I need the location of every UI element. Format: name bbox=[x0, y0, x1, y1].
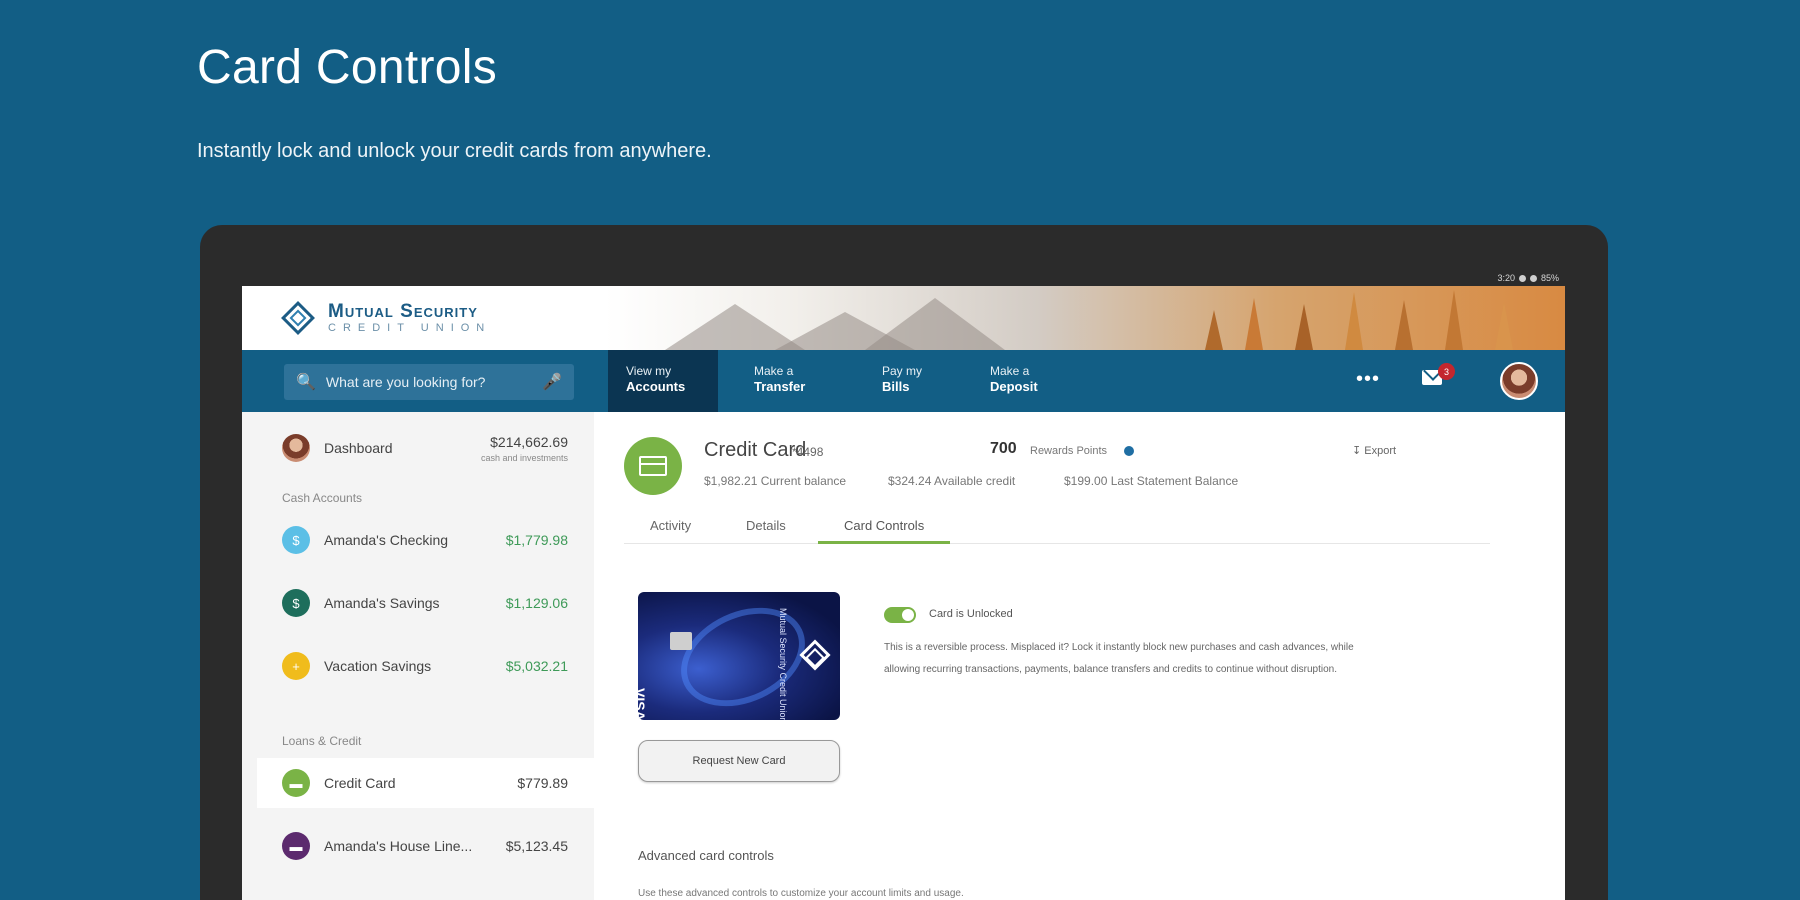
main-nav: 🔍 🎤 View my Accounts Make a Transfer Pay… bbox=[242, 350, 1565, 412]
status-time: 3:20 bbox=[1497, 273, 1515, 283]
credit-card-icon bbox=[624, 437, 682, 495]
account-detail: Credit Card *4498 700 Rewards Points ↧ E… bbox=[594, 412, 1565, 900]
account-value: $5,123.45 bbox=[505, 838, 568, 854]
export-button[interactable]: ↧ Export bbox=[1352, 444, 1396, 457]
tree-shape bbox=[1295, 304, 1313, 350]
account-label: Credit Card bbox=[324, 775, 396, 791]
account-label: Amanda's Checking bbox=[324, 532, 449, 548]
signal-icon bbox=[1529, 274, 1537, 282]
dashboard-label: Dashboard bbox=[324, 440, 393, 456]
promo-title: Card Controls bbox=[197, 41, 498, 94]
nav-accounts-line1: View my bbox=[626, 364, 672, 378]
section-cash-accounts: Cash Accounts bbox=[282, 491, 363, 505]
advanced-controls-desc: Use these advanced controls to customize… bbox=[638, 888, 964, 899]
nav-deposit-line2: Deposit bbox=[990, 379, 1038, 394]
credit-card-icon: ▬ bbox=[282, 769, 310, 797]
credit-card-image: VISA Mutual Security Credit Union bbox=[638, 592, 840, 720]
tree-shape bbox=[1345, 292, 1363, 350]
account-label: Amanda's Savings bbox=[324, 595, 440, 611]
tree-shape bbox=[1445, 290, 1463, 350]
scenery-banner bbox=[605, 286, 1565, 350]
card-chip-icon bbox=[670, 632, 692, 650]
current-balance: $1,982.21 Current balance bbox=[704, 474, 847, 488]
nav-bills-line2: Bills bbox=[882, 379, 910, 394]
dashboard-avatar bbox=[282, 434, 310, 462]
dashboard-sub: cash and investments bbox=[480, 452, 568, 463]
search-box[interactable]: 🔍 🎤 bbox=[284, 364, 574, 400]
export-label: Export bbox=[1364, 445, 1397, 457]
available-credit: $324.24 Available credit bbox=[888, 474, 1016, 488]
nav-accounts-line2: Accounts bbox=[626, 379, 686, 394]
microphone-icon[interactable]: 🎤 bbox=[542, 372, 562, 392]
battery-level: 85% bbox=[1540, 273, 1559, 283]
dollar-icon: $ bbox=[282, 526, 310, 554]
nav-accounts[interactable]: View my Accounts bbox=[608, 350, 718, 412]
tab-activity[interactable]: Activity bbox=[624, 512, 717, 544]
loan-icon: ▬ bbox=[282, 832, 310, 860]
sidebar-item-vacation[interactable]: + Vacation Savings $5,032.21 bbox=[242, 641, 594, 691]
account-value: $1,779.98 bbox=[505, 532, 568, 548]
card-lock-description: This is a reversible process. Misplaced … bbox=[884, 642, 1354, 675]
nav-deposit-line1: Make a bbox=[990, 364, 1030, 378]
status-bar: 3:20 85% bbox=[242, 270, 1565, 286]
nav-transfer-line1: Make a bbox=[754, 364, 794, 378]
tab-card-controls[interactable]: Card Controls bbox=[818, 512, 951, 544]
nav-bills-line1: Pay my bbox=[882, 364, 923, 378]
account-value: $1,129.06 bbox=[505, 595, 568, 611]
last-statement-balance: $199.00 Last Statement Balance bbox=[1064, 474, 1239, 488]
user-avatar[interactable] bbox=[1500, 362, 1538, 400]
more-menu-icon[interactable]: ••• bbox=[1356, 368, 1380, 391]
dollar-icon: $ bbox=[282, 589, 310, 617]
brand-header: Mutual Security CREDIT UNION bbox=[242, 286, 1565, 350]
mail-badge: 3 bbox=[1438, 363, 1455, 380]
accounts-sidebar: Dashboard $214,662.69 cash and investmen… bbox=[242, 412, 594, 900]
card-lock-toggle[interactable] bbox=[884, 607, 916, 623]
account-tabs: Activity Details Card Controls bbox=[624, 512, 1490, 544]
nav-transfer-line2: Transfer bbox=[754, 379, 806, 394]
account-value: $5,032.21 bbox=[505, 658, 568, 674]
tree-shape bbox=[1245, 298, 1263, 350]
brand-logo[interactable]: Mutual Security CREDIT UNION bbox=[278, 298, 491, 338]
account-label: Vacation Savings bbox=[324, 658, 432, 674]
brand-name: Mutual Security bbox=[328, 301, 478, 322]
tree-shape bbox=[1205, 310, 1223, 350]
account-number: *4498 bbox=[792, 445, 824, 459]
tree-shape bbox=[1395, 300, 1413, 350]
brand-subname: CREDIT UNION bbox=[328, 322, 492, 334]
account-title: Credit Card bbox=[704, 439, 807, 461]
search-icon: 🔍 bbox=[296, 374, 316, 391]
rewards-points-label: Rewards Points bbox=[1030, 445, 1108, 457]
nav-deposit[interactable]: Make a Deposit bbox=[972, 350, 1056, 412]
plane-icon: + bbox=[282, 652, 310, 680]
nav-bills[interactable]: Pay my Bills bbox=[864, 350, 940, 412]
section-loans-credit: Loans & Credit bbox=[282, 734, 362, 748]
promo-subtitle: Instantly lock and unlock your credit ca… bbox=[197, 140, 712, 162]
sidebar-item-house-line[interactable]: ▬ Amanda's House Line... $5,123.45 bbox=[242, 821, 594, 871]
sidebar-item-credit-card[interactable]: ▬ Credit Card $779.89 bbox=[257, 758, 594, 808]
tree-shape bbox=[1495, 302, 1513, 350]
wifi-icon bbox=[1518, 274, 1526, 282]
card-brand: Mutual Security Credit Union bbox=[778, 608, 788, 720]
card-lock-status: Card is Unlocked bbox=[929, 608, 1013, 620]
request-new-card-button[interactable]: Request New Card bbox=[638, 740, 840, 782]
dashboard-value: $214,662.69 bbox=[490, 433, 568, 450]
rewards-points: 700 bbox=[990, 440, 1017, 457]
logo-diamond-icon bbox=[278, 298, 318, 338]
sidebar-item-savings[interactable]: $ Amanda's Savings $1,129.06 bbox=[242, 578, 594, 628]
card-network: VISA bbox=[638, 688, 648, 720]
sidebar-item-checking[interactable]: $ Amanda's Checking $1,779.98 bbox=[242, 515, 594, 565]
mountain-shape bbox=[865, 298, 1005, 350]
info-icon[interactable] bbox=[1124, 446, 1134, 456]
app-screen: Mutual Security CREDIT UNION 🔍 🎤 View my… bbox=[242, 286, 1565, 900]
tab-details[interactable]: Details bbox=[720, 512, 812, 544]
search-input[interactable] bbox=[325, 374, 543, 390]
nav-transfer[interactable]: Make a Transfer bbox=[736, 350, 823, 412]
advanced-controls-title: Advanced card controls bbox=[638, 848, 774, 863]
sidebar-item-dashboard[interactable]: Dashboard $214,662.69 cash and investmen… bbox=[242, 423, 594, 473]
account-value: $779.89 bbox=[517, 775, 568, 791]
account-label: Amanda's House Line... bbox=[324, 838, 473, 854]
